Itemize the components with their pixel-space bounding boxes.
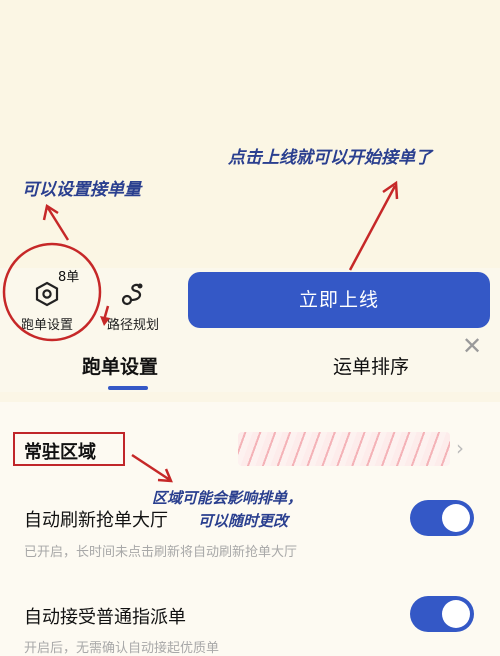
annotation-arrows <box>2 180 399 483</box>
annotation-circle <box>2 242 102 342</box>
arrow-area-hint <box>131 453 171 482</box>
arrow-online-hint <box>348 185 397 271</box>
